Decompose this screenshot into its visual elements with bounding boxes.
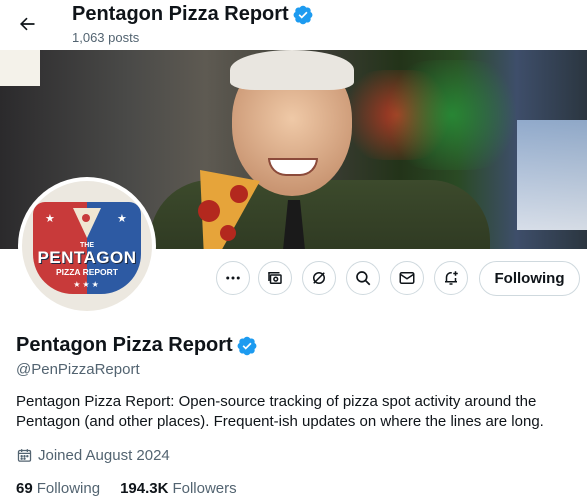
header-title-text: Pentagon Pizza Report bbox=[72, 3, 289, 25]
search-button[interactable] bbox=[346, 261, 380, 295]
more-dots-icon bbox=[226, 276, 240, 280]
following-button[interactable]: Following bbox=[479, 261, 580, 296]
header-title: Pentagon Pizza Report bbox=[72, 3, 313, 26]
star-icon: ★ bbox=[45, 213, 55, 225]
followers-link[interactable]: 194.3K Followers bbox=[120, 480, 237, 497]
avatar-logo: ★ ★ THE PENTAGON PIZZA REPORT ★★★ bbox=[22, 181, 152, 311]
followers-label: Followers bbox=[172, 480, 237, 497]
logo-name-text: PENTAGON bbox=[37, 248, 137, 267]
pentagon-pizza-logo: ★ ★ THE PENTAGON PIZZA REPORT ★★★ bbox=[33, 202, 141, 294]
verified-badge-icon[interactable] bbox=[237, 336, 257, 356]
profile-header: Pentagon Pizza Report 1,063 posts bbox=[0, 0, 587, 50]
following-link[interactable]: 69 Following bbox=[16, 480, 100, 497]
profile-name-text: Pentagon Pizza Report bbox=[16, 334, 233, 356]
followers-count: 194.3K bbox=[120, 480, 169, 497]
grok-button[interactable] bbox=[302, 261, 336, 295]
notify-button[interactable] bbox=[434, 261, 468, 295]
logo-sub-text: PIZZA REPORT bbox=[55, 267, 119, 277]
profile-handle: @PenPizzaReport bbox=[16, 361, 140, 378]
profile-bio: Pentagon Pizza Report: Open-source track… bbox=[16, 393, 544, 430]
star-icon: ★ bbox=[117, 213, 127, 225]
media-stack-icon bbox=[268, 272, 282, 284]
envelope-icon bbox=[399, 272, 415, 284]
more-button[interactable] bbox=[216, 261, 250, 295]
follow-stats: 69 Following 194.3K Followers bbox=[16, 480, 237, 497]
following-count: 69 bbox=[16, 480, 33, 497]
post-count: 1,063 posts bbox=[72, 30, 140, 45]
join-date: Joined August 2024 bbox=[16, 447, 170, 464]
arrow-left-icon bbox=[20, 17, 35, 31]
following-label: Following bbox=[36, 480, 101, 497]
message-button[interactable] bbox=[390, 261, 424, 295]
media-button[interactable] bbox=[258, 261, 292, 295]
calendar-icon bbox=[17, 449, 32, 462]
join-date-text: Joined August 2024 bbox=[38, 447, 170, 464]
bell-plus-icon bbox=[445, 271, 458, 285]
verified-badge-icon bbox=[293, 5, 313, 24]
grok-slash-icon bbox=[313, 272, 325, 284]
search-icon bbox=[356, 271, 371, 286]
profile-name: Pentagon Pizza Report bbox=[16, 334, 257, 357]
logo-stars-text: ★★★ bbox=[73, 280, 101, 289]
back-button[interactable] bbox=[12, 9, 42, 39]
avatar[interactable]: ★ ★ THE PENTAGON PIZZA REPORT ★★★ bbox=[18, 177, 156, 315]
